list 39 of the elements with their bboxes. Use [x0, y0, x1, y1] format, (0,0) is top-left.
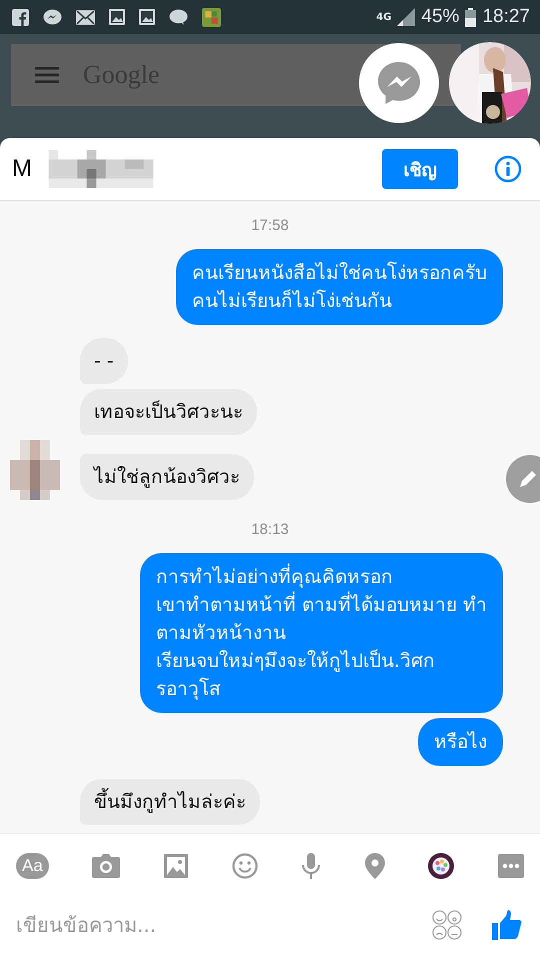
edit-button[interactable]: [506, 455, 540, 503]
sent-message: การทำไม่อย่างที่คุณคิดหรอก เขาทำตามหน้าที่ ตามที่ได้มอบหมาย ทำ ตามหัวหน้างาน เรียนจบใหม่ๆมึงจะให้กูไปเป็น.วิศก รอาวุโส: [140, 553, 503, 713]
facebook-icon: [12, 8, 29, 26]
location-pin-icon[interactable]: [364, 853, 385, 879]
received-message: - -: [80, 338, 128, 384]
image-icon: [139, 9, 155, 25]
messenger-icon: [43, 8, 62, 26]
timestamp: 18:13: [250, 521, 290, 538]
signal-icon: [397, 8, 416, 26]
chat-bubble-icon: [169, 8, 188, 26]
camera-icon[interactable]: [92, 854, 120, 878]
emoji-icon[interactable]: [232, 853, 258, 879]
clock: 18:27: [482, 6, 530, 28]
messenger-icon: [376, 60, 422, 106]
received-message: ขึ้นมึงกูทำไมล่ะค่ะ: [80, 779, 260, 825]
network-type: 4G: [376, 12, 392, 22]
palette-icon[interactable]: [428, 853, 454, 879]
game-icon: [202, 8, 221, 26]
info-icon[interactable]: [494, 155, 522, 183]
timestamp: 17:58: [250, 217, 290, 234]
menu-icon: [35, 67, 59, 83]
received-message: เทอจะเป็นวิศวะนะ: [80, 389, 257, 435]
contact-name: M: [12, 155, 32, 183]
thumbs-up-icon[interactable]: [492, 910, 522, 940]
text-style-button[interactable]: Aa: [16, 853, 49, 879]
sent-message: คนเรียนหนังสือไม่ใช่คนโง่หรอกครับ คนไม่เรียนก็ไม่โง่เช่นกัน: [176, 249, 503, 325]
received-message: ไม่ใช่ลูกน้องวิศวะ: [80, 454, 254, 500]
more-icon[interactable]: [498, 854, 524, 878]
sent-message: หรือไง: [418, 718, 503, 766]
image-icon[interactable]: [164, 854, 188, 878]
pencil-icon: [518, 469, 538, 489]
image-icon: [109, 9, 125, 25]
mail-icon: [76, 10, 95, 24]
message-field[interactable]: เขียนข้อความ...: [14, 912, 402, 938]
microphone-icon[interactable]: [301, 853, 322, 879]
battery-percent: 45%: [421, 6, 460, 28]
invite-button[interactable]: เชิญ: [382, 149, 458, 189]
stickers-icon[interactable]: [432, 910, 462, 940]
battery-icon: [465, 8, 476, 26]
